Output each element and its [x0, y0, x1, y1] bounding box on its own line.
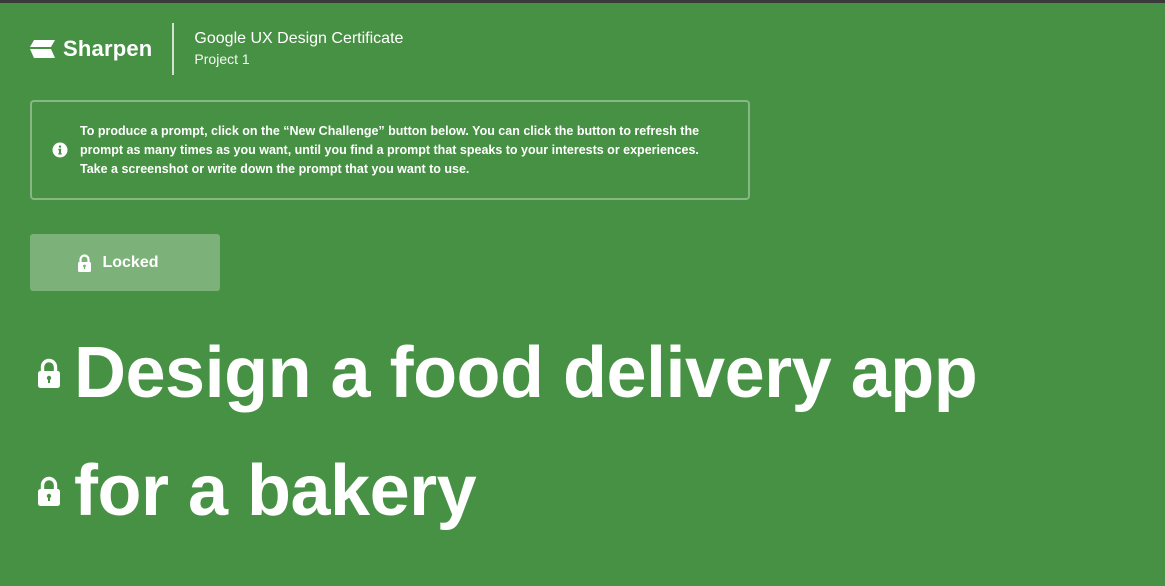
brand-name: Sharpen: [63, 36, 153, 61]
sharpen-logo-icon: [30, 40, 55, 58]
prompt-line-2: for a bakery: [36, 443, 477, 539]
lock-icon[interactable]: [36, 358, 62, 388]
course-subtitle: Project 1: [194, 51, 250, 67]
info-icon: [52, 142, 68, 158]
lock-icon[interactable]: [36, 476, 62, 506]
instructions-callout: To produce a prompt, click on the “New C…: [30, 100, 750, 200]
locked-button-label: Locked: [102, 253, 159, 271]
app-header: Sharpen Google UX Design Certificate Pro…: [30, 23, 403, 75]
prompt-text-line-1: Design a food delivery app: [74, 333, 978, 413]
lock-icon: [78, 253, 92, 272]
prompt-line-1: Design a food delivery app: [36, 325, 978, 421]
prompt-text-line-2: for a bakery: [74, 451, 477, 531]
brand-logo-link[interactable]: Sharpen: [30, 23, 175, 75]
instructions-text: To produce a prompt, click on the “New C…: [80, 123, 700, 176]
locked-button[interactable]: Locked: [30, 234, 220, 291]
course-title: Google UX Design Certificate: [194, 30, 404, 47]
course-info: Google UX Design Certificate Project 1: [174, 29, 403, 69]
